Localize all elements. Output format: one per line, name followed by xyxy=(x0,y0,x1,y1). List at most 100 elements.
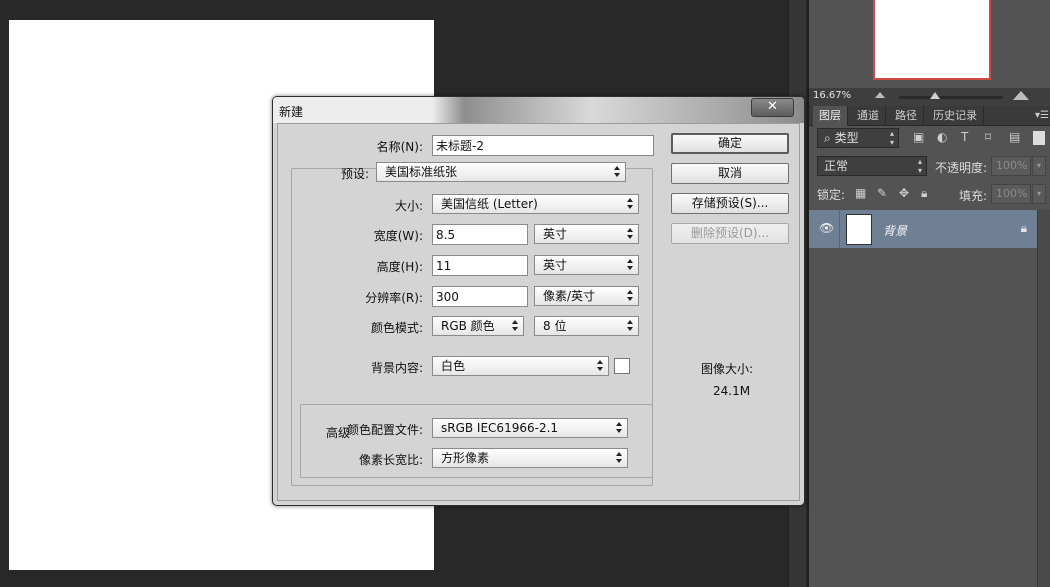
zoom-in-icon[interactable] xyxy=(1013,91,1029,100)
fill-dropdown-icon[interactable]: ▾ xyxy=(1032,184,1046,204)
layer-thumbnail xyxy=(846,214,872,245)
select-arrows-icon xyxy=(627,258,633,272)
ok-button[interactable]: 确定 xyxy=(671,133,789,154)
type-filter-icon[interactable]: T xyxy=(961,130,968,144)
opacity-label: 不透明度: xyxy=(935,161,988,175)
preset-label: 预设: xyxy=(340,167,369,181)
panel-menu-icon[interactable]: ▾☰ xyxy=(1035,110,1049,121)
layer-name[interactable]: 背景 xyxy=(883,222,907,239)
close-button[interactable]: ✕ xyxy=(751,98,794,117)
image-size-label: 图像大小: xyxy=(701,362,754,376)
color-profile-select[interactable]: sRGB IEC61966-2.1 xyxy=(432,418,628,438)
tab-channels[interactable]: 通道 xyxy=(851,106,886,126)
layer-divider xyxy=(839,210,840,248)
width-input[interactable] xyxy=(432,224,528,245)
width-unit-select[interactable]: 英寸 xyxy=(534,224,639,244)
layer-filter-type-select[interactable]: ⌕ 类型 ▴ ▾ xyxy=(817,128,899,148)
image-size-value: 24.1M xyxy=(713,384,751,398)
height-unit-value: 英寸 xyxy=(543,258,568,272)
tab-layers[interactable]: 图层 xyxy=(813,106,848,126)
adjustment-filter-icon[interactable]: ◐ xyxy=(937,130,947,144)
select-arrows-icon xyxy=(627,289,633,303)
background-select[interactable]: 白色 xyxy=(432,356,609,376)
navigator-thumbnail[interactable] xyxy=(873,0,991,80)
background-color-swatch[interactable] xyxy=(614,358,630,374)
right-panels: 16.67% 图层 通道 路径 历史记录 ▾☰ ⌕ 类型 ▴ ▾ ▣ ◐ T ⌑ … xyxy=(807,0,1050,587)
lock-transparent-pixels-icon[interactable]: ▦ xyxy=(855,186,866,200)
preset-value: 美国标准纸张 xyxy=(385,165,458,179)
opacity-dropdown-icon[interactable]: ▾ xyxy=(1032,156,1046,176)
color-profile-value: sRGB IEC61966-2.1 xyxy=(441,421,559,435)
new-document-dialog: 新建 ✕ 高级 名称(N): 预设: 美国标准纸张 大小: 美国信纸 (Lett… xyxy=(272,96,805,506)
blend-mode-select[interactable]: 正常 ▴ ▾ xyxy=(817,156,927,176)
fill-field[interactable]: 100% xyxy=(991,184,1031,204)
shape-filter-icon[interactable]: ⌑ xyxy=(985,130,991,144)
zoom-slider-track[interactable] xyxy=(899,96,1003,99)
color-mode-select[interactable]: RGB 颜色 xyxy=(432,316,524,336)
filter-type-label: 类型 xyxy=(834,131,859,145)
resolution-label: 分辨率(R): xyxy=(365,291,423,305)
select-arrows-icon: ▴ ▾ xyxy=(917,157,922,175)
select-arrows-icon xyxy=(627,227,633,241)
filter-toggle-icon[interactable] xyxy=(1033,131,1045,145)
layer-row-background[interactable]: 👁︎ 背景 🔒︎ xyxy=(809,210,1037,248)
select-arrows-icon xyxy=(614,165,620,179)
color-mode-value: RGB 颜色 xyxy=(441,319,495,333)
select-arrows-icon xyxy=(512,319,518,333)
preset-select[interactable]: 美国标准纸张 xyxy=(376,162,626,182)
lock-image-pixels-icon[interactable]: ✎ xyxy=(877,186,887,200)
dialog-title: 新建 xyxy=(279,105,304,119)
blend-row: 正常 ▴ ▾ 不透明度: 100% ▾ xyxy=(809,152,1050,180)
smart-object-filter-icon[interactable]: ▤ xyxy=(1009,130,1020,144)
color-mode-label: 颜色模式: xyxy=(370,321,423,335)
height-unit-select[interactable]: 英寸 xyxy=(534,255,639,275)
image-filter-icon[interactable]: ▣ xyxy=(913,130,924,144)
delete-preset-button: 删除预设(D)... xyxy=(671,223,789,244)
bit-depth-select[interactable]: 8 位 xyxy=(534,316,639,336)
lock-icon: 🔒︎ xyxy=(1020,221,1027,235)
select-arrows-icon xyxy=(616,421,622,435)
eye-icon[interactable]: 👁︎ xyxy=(819,221,834,235)
size-label: 大小: xyxy=(394,199,423,213)
fill-label: 填充: xyxy=(959,189,988,203)
save-preset-button[interactable]: 存储预设(S)... xyxy=(671,193,789,214)
layers-panel-tabs: 图层 通道 路径 历史记录 ▾☰ xyxy=(809,106,1050,126)
bit-depth-value: 8 位 xyxy=(543,319,567,333)
width-label: 宽度(W): xyxy=(373,229,423,243)
width-unit-value: 英寸 xyxy=(543,227,568,241)
size-value: 美国信纸 (Letter) xyxy=(441,197,538,211)
lock-all-icon[interactable]: 🔒︎ xyxy=(921,186,927,201)
color-profile-label: 颜色配置文件: xyxy=(346,423,423,437)
select-arrows-icon xyxy=(597,359,603,373)
zoom-out-icon[interactable] xyxy=(875,92,885,98)
dialog-body: 高级 名称(N): 预设: 美国标准纸张 大小: 美国信纸 (Letter) 宽… xyxy=(277,123,800,501)
resolution-unit-value: 像素/英寸 xyxy=(543,289,596,303)
zoom-value[interactable]: 16.67% xyxy=(813,90,851,101)
resolution-input[interactable] xyxy=(432,286,528,307)
cancel-button[interactable]: 取消 xyxy=(671,163,789,184)
name-input[interactable] xyxy=(432,135,654,156)
navigator-panel xyxy=(809,0,1050,88)
resolution-unit-select[interactable]: 像素/英寸 xyxy=(534,286,639,306)
background-value: 白色 xyxy=(441,359,466,373)
lock-label: 锁定: xyxy=(817,188,846,202)
layer-filter-row: ⌕ 类型 ▴ ▾ ▣ ◐ T ⌑ ▤ xyxy=(809,126,1050,152)
name-label: 名称(N): xyxy=(376,140,423,154)
pixel-aspect-select[interactable]: 方形像素 xyxy=(432,448,628,468)
height-input[interactable] xyxy=(432,255,528,276)
opacity-field[interactable]: 100% xyxy=(991,156,1031,176)
height-label: 高度(H): xyxy=(376,260,423,274)
tab-history[interactable]: 历史记录 xyxy=(927,106,984,126)
size-select[interactable]: 美国信纸 (Letter) xyxy=(432,194,639,214)
select-arrows-icon xyxy=(627,197,633,211)
select-arrows-icon xyxy=(616,451,622,465)
zoom-slider-handle[interactable] xyxy=(930,92,940,99)
pixel-aspect-value: 方形像素 xyxy=(441,451,490,465)
dialog-titlebar[interactable]: 新建 ✕ xyxy=(273,97,804,123)
search-icon: ⌕ xyxy=(824,131,831,145)
tab-paths[interactable]: 路径 xyxy=(889,106,924,126)
lock-position-icon[interactable]: ✥ xyxy=(899,186,909,200)
select-arrows-icon: ▴ ▾ xyxy=(889,129,894,147)
blend-mode-value: 正常 xyxy=(824,159,849,173)
layers-scrollbar[interactable] xyxy=(1037,210,1050,587)
